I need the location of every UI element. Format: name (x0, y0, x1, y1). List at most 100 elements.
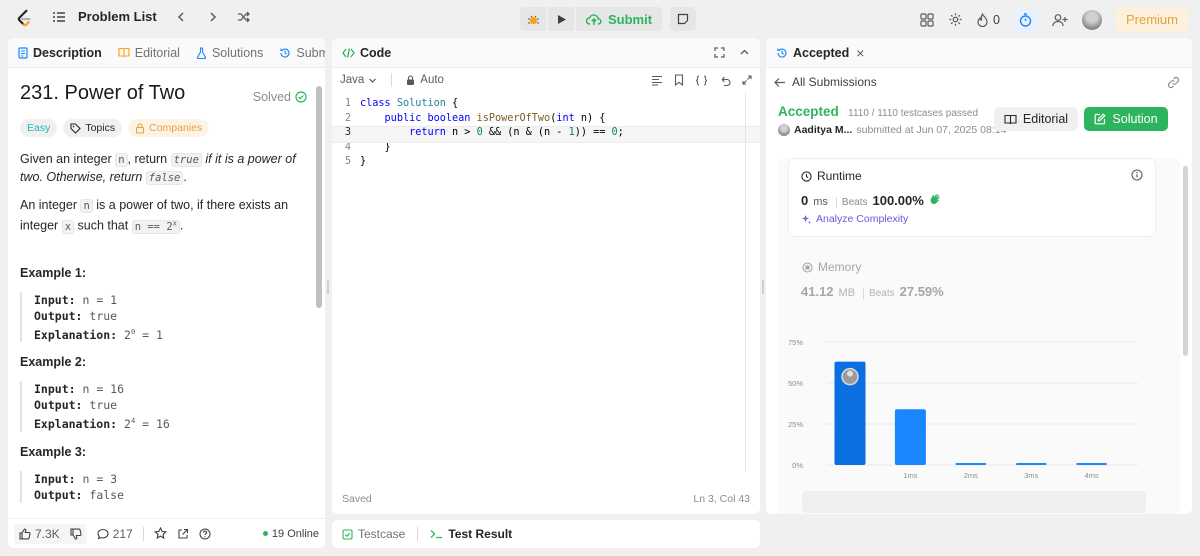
debug-button[interactable] (520, 7, 546, 31)
author-avatar (778, 124, 790, 136)
code-token: n > (445, 127, 477, 138)
topics-label: Topics (85, 122, 116, 134)
example-value: 2 (124, 327, 131, 342)
tab-submissions[interactable]: Submissio (279, 46, 325, 60)
gear-icon[interactable] (948, 12, 963, 27)
online-count: 19 Online (262, 528, 319, 540)
x-tick-label: 2ms (964, 471, 978, 480)
panel-resize-handle[interactable] (327, 280, 329, 294)
code-header: Code (332, 38, 760, 68)
expand-icon[interactable] (742, 75, 752, 85)
streak-counter[interactable]: 0 (977, 12, 1000, 27)
tab-testcase-label: Testcase (358, 527, 406, 541)
all-submissions-link[interactable]: All Submissions (766, 68, 1192, 96)
bookmark-icon[interactable] (674, 74, 684, 86)
submit-label: Submit (608, 11, 653, 27)
user-avatar[interactable] (1081, 9, 1102, 30)
example-label: Explanation: (34, 327, 118, 342)
book-icon (118, 47, 130, 58)
history-icon (777, 48, 787, 58)
code-token: isPowerOfTwo (476, 112, 551, 124)
runtime-distribution-chart[interactable]: 75% 50% 25% 0% 1ms 2ms 3ms 4ms (778, 158, 1180, 498)
code-token: { (445, 98, 459, 109)
chart-placeholder-bar (802, 491, 1146, 513)
example-label: Output: (34, 308, 83, 323)
like-count: 7.3K (35, 526, 60, 541)
auto-mode[interactable]: Auto (406, 74, 444, 86)
problem-list-icon[interactable] (52, 10, 66, 24)
checkbox-icon (342, 528, 353, 540)
language-select[interactable]: Java (340, 74, 377, 86)
flame-icon (977, 12, 988, 27)
tab-divider (417, 527, 419, 541)
statement-text: , return (127, 152, 171, 166)
statement-text: An integer (20, 198, 81, 212)
link-icon[interactable] (1167, 76, 1180, 89)
thumbs-down-icon[interactable] (70, 527, 82, 540)
braces-icon[interactable] (695, 74, 708, 86)
tab-testcase[interactable]: Testcase (342, 527, 405, 541)
comment-count: 217 (112, 526, 133, 541)
shuffle-icon[interactable] (237, 11, 251, 23)
close-icon[interactable]: × (856, 45, 864, 61)
description-tabs: Description Editorial Solutions Submissi… (8, 38, 325, 68)
like-button[interactable]: 7.3K (14, 523, 87, 544)
chevron-right-icon[interactable] (207, 11, 219, 23)
maximize-icon[interactable] (714, 47, 725, 58)
tab-description[interactable]: Description (18, 46, 102, 60)
chevron-left-icon[interactable] (175, 11, 187, 23)
solution-button-label: Solution (1112, 112, 1158, 126)
panel-resize-handle[interactable] (762, 280, 764, 294)
tab-editorial[interactable]: Editorial (118, 46, 180, 60)
add-friend-icon[interactable] (1052, 13, 1068, 27)
tab-solutions-label: Solutions (211, 45, 264, 60)
submission-author: Aaditya M... submitted at Jun 07, 2025 0… (778, 124, 1006, 136)
tab-solutions[interactable]: Solutions (196, 46, 263, 60)
leetcode-logo-icon[interactable] (14, 8, 36, 30)
code-token: int (556, 112, 575, 124)
companies-chip[interactable]: Companies (128, 119, 210, 137)
tab-accepted[interactable]: Accepted × (776, 45, 864, 61)
example-value: n = 1 (82, 292, 118, 307)
help-icon[interactable] (199, 527, 211, 540)
example-title: Example 2: (20, 355, 87, 370)
example-value: = 1 (135, 327, 163, 342)
tab-test-result[interactable]: Test Result (430, 527, 512, 541)
problem-list-link[interactable]: Problem List (78, 9, 157, 24)
code-token: public (384, 112, 422, 124)
timer-button[interactable] (1013, 7, 1038, 32)
scrollbar[interactable] (1183, 166, 1188, 356)
description-footer: 7.3K 217 19 Online (8, 518, 325, 548)
comments-button[interactable]: 217 (97, 527, 133, 541)
online-dot (262, 531, 268, 536)
layout-icon[interactable] (920, 12, 934, 27)
submit-button[interactable]: Submit (576, 7, 663, 31)
editorial-button[interactable]: Editorial (994, 107, 1078, 131)
solution-button[interactable]: Solution (1084, 107, 1168, 131)
notes-button[interactable] (670, 7, 697, 31)
toolbar-divider (391, 73, 393, 87)
auto-label: Auto (420, 74, 444, 86)
scrollbar[interactable] (316, 86, 322, 308)
y-tick-label: 75% (788, 338, 803, 347)
premium-button[interactable]: Premium (1115, 7, 1188, 32)
collapse-icon[interactable] (739, 47, 750, 58)
star-icon[interactable] (153, 527, 167, 540)
format-icon[interactable] (651, 75, 663, 86)
code-line: 5} (332, 156, 760, 171)
x-tick-label: 3ms (1024, 471, 1038, 480)
code-editor[interactable]: 1 class Solution { 2 public boolean isPow… (332, 92, 760, 171)
tab-code[interactable]: Code (342, 46, 391, 60)
topics-chip[interactable]: Topics (63, 119, 123, 137)
terminal-icon (430, 530, 443, 539)
undo-icon[interactable] (719, 75, 731, 86)
code-token: n) { (574, 112, 606, 124)
chart-bar (1015, 463, 1047, 465)
test-tabs: Testcase Test Result (332, 520, 760, 548)
run-button[interactable] (548, 7, 574, 31)
code-token: } (360, 156, 367, 167)
author-name[interactable]: Aaditya M... (794, 124, 852, 136)
example-title: Example 1: (20, 265, 87, 280)
share-icon[interactable] (177, 528, 189, 540)
